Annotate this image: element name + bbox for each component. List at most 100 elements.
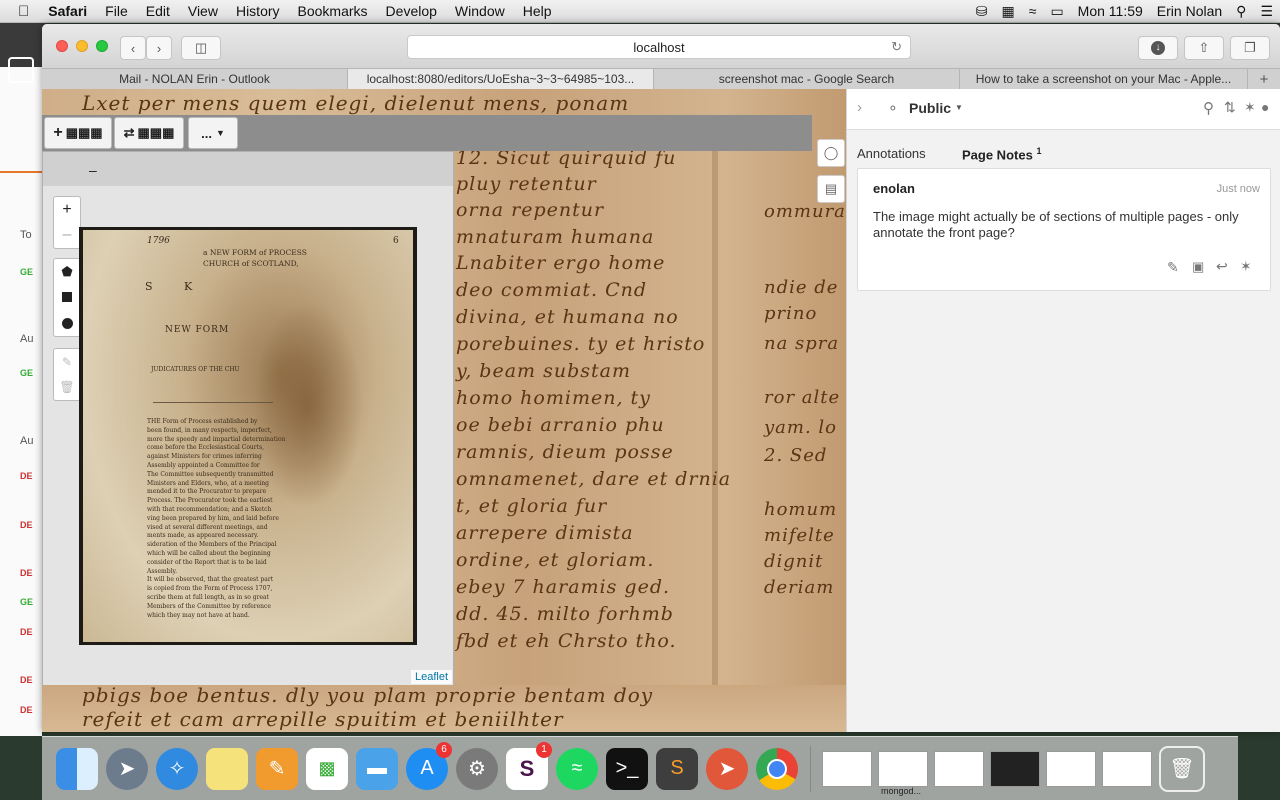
trash-icon[interactable]: 🗑 <box>1159 745 1205 792</box>
battery-icon[interactable]: ▭ <box>1043 3 1070 20</box>
menu-bookmarks[interactable]: Bookmarks <box>289 3 377 19</box>
notification-center-icon[interactable]: ☰ <box>1253 3 1280 20</box>
share-note-icon[interactable]: ✶ <box>1240 258 1252 275</box>
page-notes-count: 1 <box>1036 146 1042 156</box>
url-text: localhost <box>633 39 685 55</box>
rectangle-icon <box>62 292 72 302</box>
more-options-dropdown[interactable]: ... ▼ <box>188 117 238 149</box>
menu-app-name[interactable]: Safari <box>39 3 96 19</box>
back-button[interactable]: ‹ <box>120 36 146 60</box>
notes-icon[interactable] <box>206 747 248 790</box>
delete-note-icon[interactable]: ▣ <box>1192 259 1204 275</box>
search-icon[interactable]: ⚲ <box>1203 99 1214 117</box>
app-store-icon[interactable]: A6 <box>406 741 452 790</box>
shield-icon[interactable]: ⛁ <box>969 3 995 20</box>
edit-shape-button[interactable]: ✎ <box>53 348 81 376</box>
sidebar-button[interactable]: ◫ <box>181 36 221 60</box>
menu-clock[interactable]: Mon 11:59 <box>1071 3 1150 19</box>
page-note-card[interactable]: enolan Just now The image might actually… <box>857 168 1271 291</box>
dock-window-thumbnail[interactable] <box>1046 750 1096 787</box>
reply-icon[interactable]: ↩ <box>1216 258 1228 275</box>
scope-selector[interactable]: Public <box>909 100 951 116</box>
dock-window-thumbnail[interactable] <box>934 750 984 787</box>
menu-view[interactable]: View <box>179 3 227 19</box>
dock-window-thumbnail[interactable] <box>990 750 1040 787</box>
safari-icon[interactable]: ✧ <box>156 747 198 790</box>
scanned-page-image[interactable]: 1796 6 a NEW FORM of PROCESS CHURCH of S… <box>79 227 417 645</box>
menu-help[interactable]: Help <box>514 3 561 19</box>
spotlight-search-icon[interactable]: ⚲ <box>1229 3 1253 20</box>
sublime-glyph: S <box>670 757 684 779</box>
downloads-button[interactable]: ↓ <box>1138 36 1178 60</box>
page-header-line: a NEW FORM of PROCESS <box>203 248 307 257</box>
new-page-note-button[interactable]: ▤ <box>817 175 845 203</box>
note-author[interactable]: enolan <box>873 181 915 196</box>
reload-icon[interactable]: ↻ <box>891 39 902 55</box>
wifi-icon[interactable]: ≈ <box>1022 3 1044 19</box>
minimize-viewer-button[interactable]: – <box>89 162 97 178</box>
manuscript-line: Lnabiter ergo home <box>456 252 666 274</box>
draw-rectangle-button[interactable] <box>53 284 81 311</box>
finder-icon[interactable] <box>56 747 98 790</box>
add-page-button[interactable]: + ▦▦▦ <box>44 117 112 149</box>
spotify-icon[interactable]: ≈ <box>556 747 598 790</box>
menu-window[interactable]: Window <box>446 3 514 19</box>
download-icon: ↓ <box>1151 41 1165 55</box>
tab-apple-support[interactable]: How to take a screenshot on your Mac - A… <box>960 69 1248 89</box>
sublime-text-icon[interactable]: S <box>656 747 698 790</box>
menu-edit[interactable]: Edit <box>137 3 179 19</box>
tab-page-notes[interactable]: Page Notes 1 <box>962 146 1041 162</box>
delete-shape-button[interactable]: 🗑 <box>53 374 81 401</box>
chrome-icon[interactable] <box>756 747 798 790</box>
close-window-button[interactable] <box>56 40 68 52</box>
edit-note-icon[interactable]: ✎ <box>1167 259 1179 276</box>
menu-develop[interactable]: Develop <box>377 3 446 19</box>
zoom-window-button[interactable] <box>96 40 108 52</box>
background-app-window: To GE Au GE Au DE DE DE GE DE DE DE <box>0 23 42 736</box>
swap-label: ⇄ <box>123 125 135 140</box>
note-timestamp[interactable]: Just now <box>1217 183 1260 195</box>
mongod-terminal-thumbnail[interactable]: mongod... <box>878 750 928 796</box>
user-icon[interactable]: ● <box>1261 99 1269 115</box>
new-tab-button[interactable]: + <box>1248 69 1280 89</box>
tab-outlook[interactable]: Mail - NOLAN Erin - Outlook <box>42 69 348 89</box>
sort-icon[interactable]: ⇅ <box>1224 99 1236 116</box>
memory-icon[interactable]: ▦ <box>995 3 1022 20</box>
zoom-in-button[interactable]: + <box>53 196 81 224</box>
apple-menu-icon[interactable]:  <box>0 3 39 20</box>
system-preferences-icon[interactable]: ⚙ <box>456 747 498 790</box>
forward-button[interactable]: › <box>146 36 172 60</box>
collapse-sidebar-icon[interactable]: › <box>857 99 862 116</box>
tab-editor[interactable]: localhost:8080/editors/UoEsha~3~3~64985~… <box>348 69 654 89</box>
dock-window-thumbnail[interactable] <box>822 750 872 787</box>
pages-icon[interactable]: ✎ <box>256 747 298 790</box>
reorder-pages-button[interactable]: ⇄ ▦▦▦ <box>114 117 184 149</box>
hide-highlights-button[interactable]: ◯ <box>817 139 845 167</box>
leaflet-attribution-link[interactable]: Leaflet <box>411 670 453 684</box>
terminal-icon[interactable]: >_ <box>606 747 648 790</box>
keynote-icon[interactable]: ▬ <box>356 747 398 790</box>
page-viewer-panel[interactable]: – + – ⬟ ✎ 🗑 1796 6 a NEW FORM of PROCESS… <box>42 151 454 687</box>
postman-icon[interactable]: ➤ <box>706 747 748 790</box>
share-button[interactable]: ⇧ <box>1184 36 1224 60</box>
tab-annotations[interactable]: Annotations <box>857 146 926 161</box>
safari-window: ‹ › ◫ localhost ↻ ↓ ⇧ ❐ Mail - NOLAN Eri… <box>42 24 1280 732</box>
launchpad-icon[interactable]: ➤ <box>106 747 148 790</box>
page-body-line: against Ministers for crimes inferring <box>147 453 262 461</box>
address-bar[interactable]: localhost ↻ <box>407 35 911 59</box>
draw-circle-button[interactable] <box>53 310 81 337</box>
share-icon[interactable]: ✶ <box>1244 99 1256 116</box>
slack-icon[interactable]: S1 <box>506 741 552 790</box>
dock-window-thumbnail[interactable] <box>1102 750 1152 787</box>
viewer-header: – <box>43 152 453 186</box>
menu-history[interactable]: History <box>227 3 289 19</box>
numbers-icon[interactable]: ▩ <box>306 747 348 790</box>
minimize-window-button[interactable] <box>76 40 88 52</box>
menu-file[interactable]: File <box>96 3 137 19</box>
edit-icon: ✎ <box>61 355 73 369</box>
zoom-out-button[interactable]: – <box>53 222 81 249</box>
draw-polygon-button[interactable]: ⬟ <box>53 258 81 286</box>
tab-google-search[interactable]: screenshot mac - Google Search <box>654 69 960 89</box>
menu-user[interactable]: Erin Nolan <box>1150 3 1229 19</box>
tab-overview-button[interactable]: ❐ <box>1230 36 1270 60</box>
